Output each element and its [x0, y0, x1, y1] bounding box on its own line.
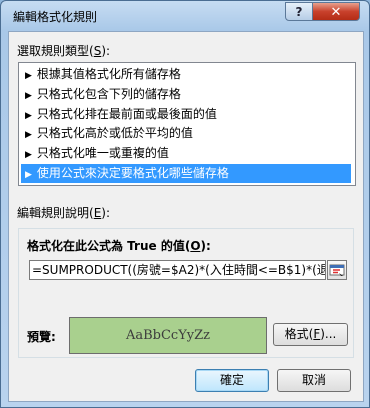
rule-type-label: 選取規則類型(S): — [17, 44, 111, 58]
preview-label: 預覽: — [27, 330, 56, 344]
rule-type-item[interactable]: ▶ 只格式化排在最前面或最後面的值 — [21, 105, 351, 124]
rule-type-item[interactable]: ▶ 只格式化唯一或重複的值 — [21, 144, 351, 163]
title-bar[interactable]: 編輯格式化規則 ? ✕ — [1, 1, 369, 31]
arrow-right-icon: ▶ — [25, 150, 32, 160]
formula-label: 格式化在此公式為 True 的值(O): — [27, 239, 211, 253]
arrow-right-icon: ▶ — [25, 91, 32, 101]
rule-type-item-selected[interactable]: ▶ 使用公式來決定要格式化哪些儲存格 — [21, 164, 351, 183]
help-button[interactable]: ? — [285, 2, 313, 21]
cancel-button[interactable]: 取消 — [277, 369, 351, 392]
range-select-icon — [329, 264, 345, 276]
rule-type-list[interactable]: ▶ 根據其值格式化所有儲存格 ▶ 只格式化包含下列的儲存格 ▶ 只格式化排在最前面或最… — [18, 62, 356, 186]
arrow-right-icon: ▶ — [25, 130, 32, 140]
arrow-right-icon: ▶ — [25, 170, 32, 180]
formula-input[interactable]: =SUMPRODUCT((房號=$A2)*(入住時間<=B$1)*(退房 — [29, 260, 326, 280]
close-button[interactable]: ✕ — [312, 2, 360, 21]
arrow-right-icon: ▶ — [25, 111, 32, 121]
rule-type-item[interactable]: ▶ 只格式化包含下列的儲存格 — [21, 85, 351, 104]
rule-type-item[interactable]: ▶ 只格式化高於或低於平均的值 — [21, 124, 351, 143]
dialog-client-area: 選取規則類型(S): ▶ 根據其值格式化所有儲存格 ▶ 只格式化包含下列的儲存格 ▶… — [8, 31, 364, 402]
ok-button[interactable]: 確定 — [195, 369, 269, 392]
dialog-window: 編輯格式化規則 ? ✕ 選取規則類型(S): ▶ 根據其值格式化所有儲存格 ▶ 只格… — [0, 0, 370, 408]
rule-description-label: 編輯規則說明(E): — [17, 206, 111, 220]
rule-type-item[interactable]: ▶ 根據其值格式化所有儲存格 — [21, 65, 351, 84]
arrow-right-icon: ▶ — [25, 71, 32, 81]
collapse-dialog-button[interactable] — [327, 260, 347, 280]
dialog-title: 編輯格式化規則 — [13, 10, 98, 24]
rule-description-panel: 格式化在此公式為 True 的值(O): =SUMPRODUCT((房號=$A2… — [18, 228, 354, 358]
format-button[interactable]: 格式(F)... — [273, 323, 348, 346]
format-preview: AaBbCcYyZz — [69, 317, 267, 354]
